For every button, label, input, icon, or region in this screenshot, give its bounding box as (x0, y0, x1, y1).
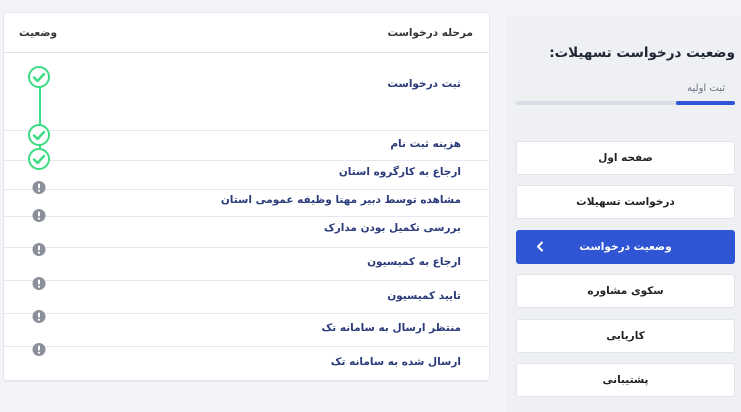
chevron-left-icon (535, 238, 545, 257)
progress-label: ثبت اولیه (687, 83, 725, 94)
stage-label: ارجاع به کمیسیون (367, 256, 461, 268)
exclamation-circle-icon (32, 342, 46, 361)
check-circle-icon (27, 65, 51, 93)
sidebar-menu-item[interactable]: وضعیت درخواست (516, 230, 735, 264)
stage-label: منتظر ارسال به سامانه تک (321, 322, 461, 334)
stage-label: تایید کمیسیون (387, 290, 461, 302)
progress-bar (516, 101, 735, 105)
exclamation-circle-icon (32, 242, 46, 261)
check-circle-icon (27, 147, 51, 175)
sidebar-menu-item[interactable]: صفحه اول (516, 141, 735, 175)
stage-label: ارجاع به کارگروه استان (338, 166, 461, 178)
column-header-status: وضعیت (19, 27, 58, 39)
stages-table-header: مرحله درخواست وضعیت (4, 13, 489, 53)
stage-label: ثبت درخواست (387, 78, 461, 90)
sidebar-menu-item[interactable]: پشتیبانی (516, 363, 735, 397)
sidebar-menu-label: وضعیت درخواست (579, 241, 672, 253)
sidebar-menu-label: کاریابی (606, 330, 645, 342)
sidebar-menu-item[interactable]: درخواست تسهیلات (516, 185, 735, 219)
stage-label: مشاهده توسط دبیر مهتا وظیفه عمومی استان (220, 194, 461, 206)
sidebar-menu-label: درخواست تسهیلات (576, 196, 675, 208)
sidebar-menu-label: صفحه اول (598, 152, 653, 164)
progress-bar-fill (675, 101, 735, 105)
request-stages-card: مرحله درخواست وضعیت ثبت درخواست هزینه ثبت… (3, 12, 490, 382)
panel-title: وضعیت درخواست تسهیلات: (549, 45, 735, 61)
stage-label: بررسی تکمیل بودن مدارک (323, 222, 461, 234)
sidebar-menu-item[interactable]: سکوی مشاوره (516, 274, 735, 308)
sidebar-menu-label: سکوی مشاوره (587, 285, 664, 297)
exclamation-circle-icon (32, 208, 46, 227)
stage-label: ارسال شده به سامانه تک (330, 356, 461, 368)
stage-label: هزینه ثبت نام (390, 138, 461, 150)
column-header-stage: مرحله درخواست (387, 27, 473, 39)
sidebar-panel: وضعیت درخواست تسهیلات: ثبت اولیه صفحه او… (506, 15, 741, 412)
stage-row (4, 53, 489, 131)
exclamation-circle-icon (32, 180, 46, 199)
exclamation-circle-icon (32, 309, 46, 328)
sidebar-menu-label: پشتیبانی (602, 374, 649, 386)
sidebar-menu-item[interactable]: کاریابی (516, 319, 735, 353)
exclamation-circle-icon (32, 276, 46, 295)
